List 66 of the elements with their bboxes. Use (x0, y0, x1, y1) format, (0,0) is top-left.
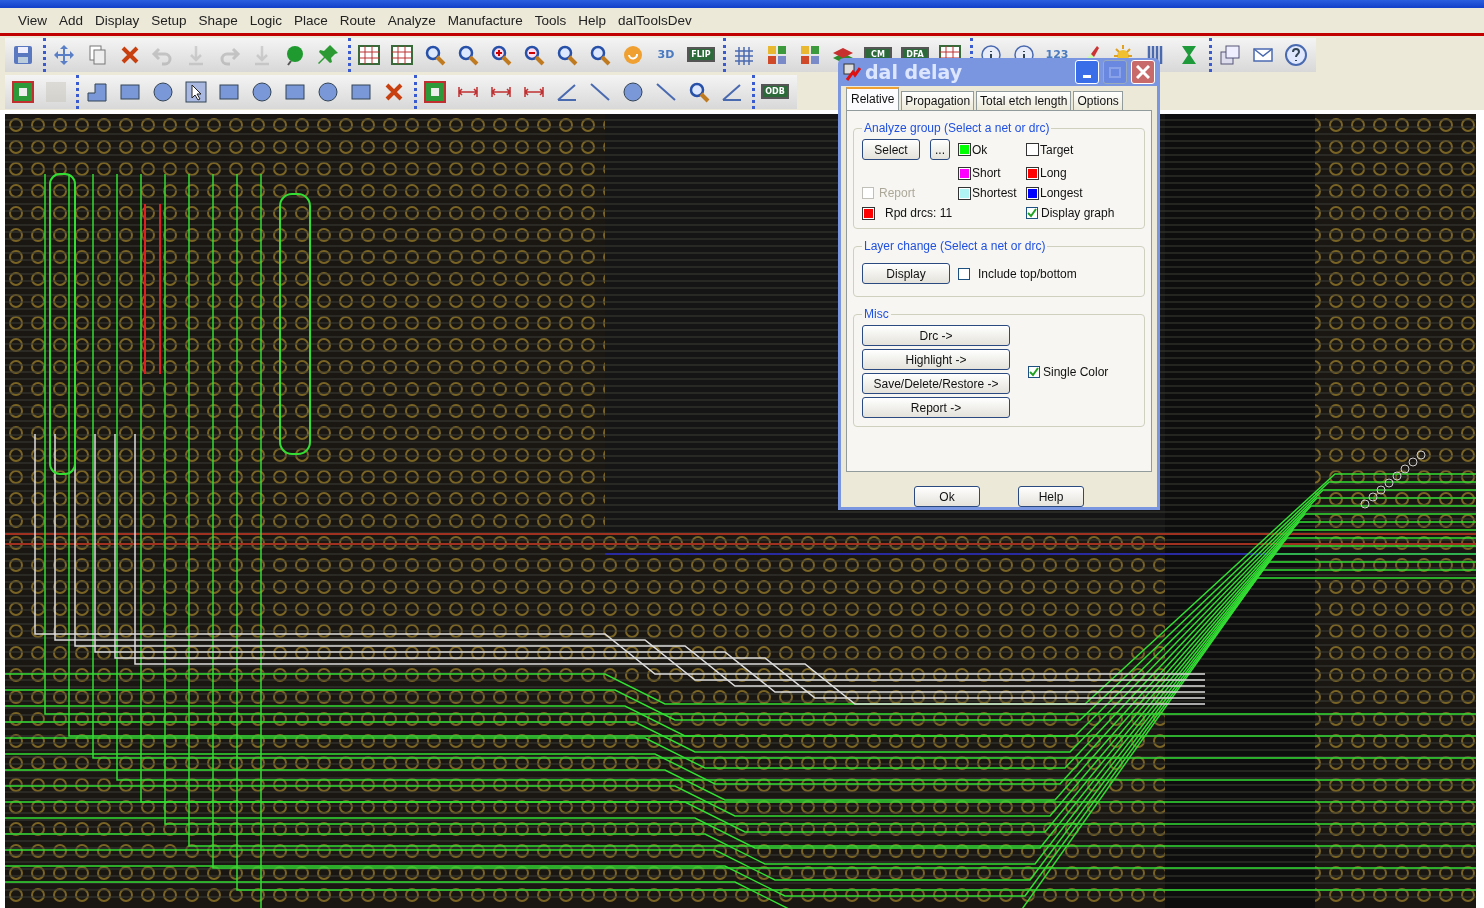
minimize-icon (1083, 74, 1091, 78)
menu-item[interactable]: Place (287, 13, 334, 28)
legend-label: Ok (972, 142, 988, 157)
menu-item[interactable]: Display (89, 13, 146, 28)
ok-button[interactable]: Ok (914, 486, 980, 507)
select-button[interactable]: Select (862, 139, 920, 160)
menu-item[interactable]: Help (572, 13, 613, 28)
pointer-icon[interactable] (184, 79, 208, 104)
tab[interactable]: Relative (846, 87, 900, 110)
tab[interactable]: Propagation (901, 91, 975, 110)
circle-icon[interactable] (151, 79, 175, 104)
help-icon[interactable] (1284, 42, 1308, 67)
menu-item[interactable]: dalToolsDev (612, 13, 698, 28)
legend-label: Target (1040, 142, 1074, 157)
app-icon (843, 63, 861, 81)
board-icon[interactable] (423, 79, 447, 104)
menu-item[interactable]: Add (53, 13, 90, 28)
checkbox-label: Display graph (1041, 206, 1115, 220)
checkbox-label: Include top/bottom (978, 266, 1077, 281)
menu-button[interactable]: Save/Delete/Restore -> (862, 373, 1010, 394)
menu-item[interactable]: Tools (528, 13, 573, 28)
close-icon (1136, 65, 1150, 79)
toolbar-icon-label[interactable]: ODB (761, 84, 789, 99)
window-title: dal delay (865, 61, 964, 83)
tab[interactable]: Options (1073, 91, 1123, 110)
minimize-button[interactable] (1075, 60, 1099, 84)
browse-button[interactable]: ... (930, 139, 950, 160)
display-button[interactable]: Display (862, 263, 950, 284)
menu-item[interactable]: Setup (145, 13, 193, 28)
menu-item[interactable]: View (12, 13, 54, 28)
checkbox[interactable] (1026, 207, 1038, 219)
toolbar-icon-label[interactable]: FLIP (687, 47, 715, 62)
menu-item[interactable]: Analyze (381, 13, 442, 28)
group-title: Analyze group (Select a net or drc) (863, 121, 1051, 135)
move-icon[interactable] (52, 42, 76, 67)
help-button[interactable]: Help (1018, 486, 1084, 507)
menu-item[interactable]: Logic (243, 13, 288, 28)
group-title: Layer change (Select a net or drc) (863, 239, 1047, 253)
grid-board-icon[interactable] (357, 42, 381, 67)
circle-icon[interactable] (316, 79, 340, 104)
tab[interactable]: Total etch length (976, 91, 1072, 110)
checkbox[interactable] (1028, 365, 1040, 378)
circle-icon[interactable] (621, 79, 645, 104)
legend-label: Shortest (972, 186, 1017, 200)
maximize-icon (1109, 66, 1121, 78)
checkbox-label: Single Color (1043, 364, 1109, 379)
menu-item[interactable]: Route (333, 13, 382, 28)
legend-label: Short (972, 166, 1001, 180)
legend-label: Long (1040, 166, 1067, 180)
toolbar-icon-label[interactable]: 3D (654, 48, 678, 61)
windows-icon[interactable] (1218, 42, 1242, 67)
menu-item[interactable]: Shape (192, 13, 244, 28)
drc-count: Rpd drcs: 11 (885, 206, 953, 220)
legend-label: Longest (1040, 186, 1083, 200)
grid-board-icon[interactable] (390, 42, 414, 67)
board-icon[interactable] (11, 79, 35, 104)
checkbox[interactable] (958, 267, 970, 280)
pushpin-icon[interactable] (316, 42, 340, 67)
menu-button[interactable]: Drc -> (862, 325, 1010, 346)
group-title: Misc (863, 307, 890, 321)
menu-button[interactable]: Highlight -> (862, 349, 1010, 370)
circle-icon[interactable] (250, 79, 274, 104)
menu-button[interactable]: Report -> (862, 397, 1010, 418)
menu-item[interactable]: Manufacture (441, 13, 529, 28)
close-button[interactable] (1131, 60, 1155, 84)
checkbox-label: Report (879, 186, 916, 200)
